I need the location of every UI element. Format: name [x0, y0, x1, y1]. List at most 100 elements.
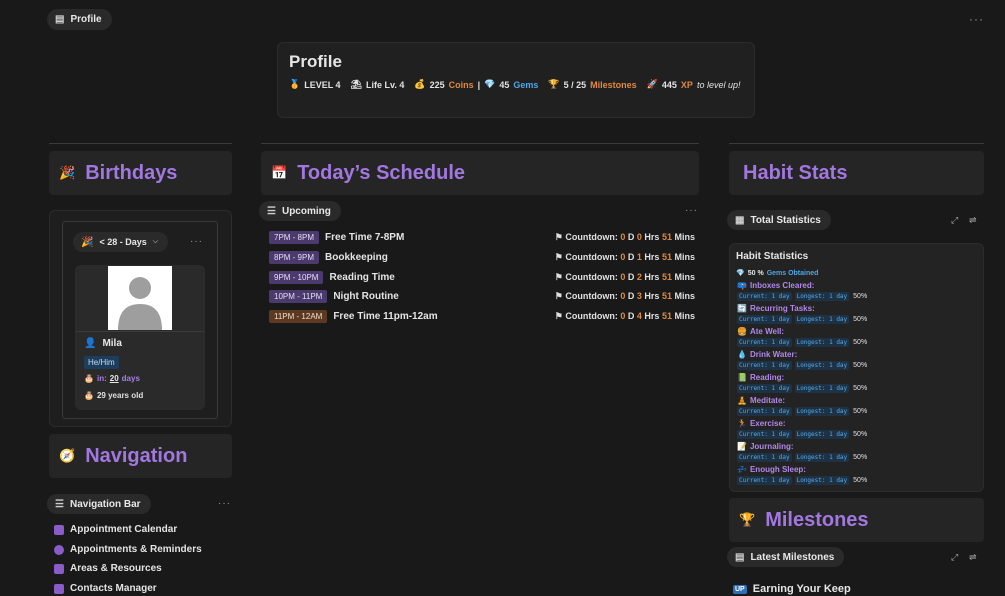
habit-label: 🍔 Ate Well: — [737, 327, 785, 336]
habit-percent: 50% — [853, 339, 868, 346]
habit-streak-row: Current: 1 day Longest: 1 day 50% — [737, 315, 867, 324]
habit-emoji-icon: 📝 — [737, 442, 747, 451]
habit-percent: 50% — [853, 385, 868, 392]
current-streak: Current: 1 day — [737, 430, 792, 439]
habit-percent: 50% — [853, 316, 868, 323]
longest-streak: Longest: 1 day — [794, 476, 850, 485]
gem-icon: 💎 — [484, 79, 496, 89]
current-streak: Current: 1 day — [737, 292, 792, 301]
current-streak: Current: 1 day — [737, 453, 792, 462]
trophy-icon: 🏆 — [739, 512, 756, 527]
calendar-icon: 📅 — [271, 165, 288, 180]
nav-item-areas-resources[interactable]: Areas & Resources — [54, 563, 162, 574]
nav-item-appointments-reminders[interactable]: Appointments & Reminders — [54, 544, 202, 555]
longest-streak: Longest: 1 day — [794, 338, 850, 347]
more-options-icon[interactable]: ··· — [190, 236, 203, 247]
pronoun-badge: He/Him — [84, 356, 119, 369]
longest-streak: Longest: 1 day — [794, 453, 850, 462]
profile-pill[interactable]: ▤ Profile — [47, 9, 112, 30]
settings-sliders-icon[interactable]: ⇌ — [969, 215, 977, 226]
calendar-icon — [54, 524, 64, 535]
schedule-item[interactable]: 8PM - 9PM Bookkeeping ⚑ Countdown: 0 D 1… — [269, 249, 695, 265]
flag-icon: ⚑ — [554, 310, 563, 321]
habit-emoji-icon: 💧 — [737, 350, 747, 359]
habit-percent: 50% — [853, 477, 868, 484]
schedule-item[interactable]: 10PM - 11PM Night Routine ⚑ Countdown: 0… — [269, 288, 695, 304]
flag-icon: ⚑ — [554, 271, 563, 282]
countdown: ⚑ Countdown: 0 D 3 Hrs 51 Mins — [554, 290, 695, 301]
habit-emoji-icon: 📪 — [737, 281, 747, 290]
divider — [76, 331, 204, 332]
navigation-bar-pill[interactable]: ☰ Navigation Bar — [47, 494, 151, 514]
person-name-row: 👤 Mila — [84, 338, 122, 349]
profile-title: Profile — [289, 52, 342, 71]
party-icon: 🎉 — [59, 165, 76, 180]
milestone-item[interactable]: UP Earning Your Keep — [733, 583, 851, 595]
compass-icon: 🧭 — [59, 448, 76, 463]
habit-percent: 50% — [853, 408, 868, 415]
habit-percent: 50% — [853, 293, 868, 300]
habit-streak-row: Current: 1 day Longest: 1 day 50% — [737, 292, 867, 301]
divider — [49, 143, 232, 144]
rocket-icon: 🚀 — [646, 79, 658, 89]
gem-icon: 💎 — [736, 270, 745, 277]
flag-icon: ⚑ — [554, 251, 563, 262]
days-filter-pill[interactable]: 🎉 < 28 - Days ⌵ — [73, 232, 169, 252]
schedule-item[interactable]: 11PM - 12AM Free Time 11pm-12am ⚑ Countd… — [269, 308, 695, 324]
habit-label: 🔄 Recurring Tasks: — [737, 304, 815, 313]
total-statistics-pill[interactable]: ▦ Total Statistics — [727, 210, 831, 230]
contacts-icon — [54, 583, 64, 594]
more-options-icon[interactable]: ··· — [218, 498, 231, 509]
longest-streak: Longest: 1 day — [794, 292, 850, 301]
habit-label: 📝 Journaling: — [737, 442, 794, 451]
party-popper-icon: 🎉 — [81, 236, 94, 248]
countdown: ⚑ Countdown: 0 D 1 Hrs 51 Mins — [554, 251, 695, 262]
milestones-header: 🏆 Milestones — [729, 498, 984, 542]
birthday-countdown: 🎂 in: 20 days — [84, 374, 140, 383]
schedule-item[interactable]: 9PM - 10PM Reading Time ⚑ Countdown: 0 D… — [269, 269, 695, 285]
birthdays-header: 🎉 Birthdays — [49, 151, 232, 195]
habit-percent: 50% — [853, 362, 868, 369]
schedule-header: 📅 Today’s Schedule — [261, 151, 699, 195]
habit-percent: 50% — [853, 454, 868, 461]
habit-stats-header: Habit Stats — [729, 151, 984, 195]
habit-streak-row: Current: 1 day Longest: 1 day 50% — [737, 476, 867, 485]
habit-emoji-icon: 🍔 — [737, 327, 747, 336]
longest-streak: Longest: 1 day — [794, 407, 850, 416]
habit-label: 🧘 Meditate: — [737, 396, 786, 405]
habit-streak-row: Current: 1 day Longest: 1 day 50% — [737, 430, 867, 439]
doc-icon: ▤ — [735, 551, 745, 563]
habit-label: 🏃 Exercise: — [737, 419, 786, 428]
more-options-icon[interactable]: ··· — [685, 205, 698, 216]
longest-streak: Longest: 1 day — [794, 384, 850, 393]
habit-emoji-icon: 📗 — [737, 373, 747, 382]
medal-icon: 🥇 — [289, 79, 301, 89]
list-icon: ☰ — [55, 498, 64, 510]
cake-icon: 🎂 — [84, 374, 94, 383]
countdown: ⚑ Countdown: 0 D 2 Hrs 51 Mins — [554, 271, 695, 282]
settings-sliders-icon[interactable]: ⇌ — [969, 552, 977, 563]
archive-icon — [54, 563, 64, 574]
nav-item-appointment-calendar[interactable]: Appointment Calendar — [54, 524, 177, 535]
current-streak: Current: 1 day — [737, 361, 792, 370]
habit-streak-row: Current: 1 day Longest: 1 day 50% — [737, 453, 867, 462]
schedule-item[interactable]: 7PM - 8PM Free Time 7-8PM ⚑ Countdown: 0… — [269, 229, 695, 245]
habit-label: 📗 Reading: — [737, 373, 785, 382]
person-icon: 👤 — [84, 338, 97, 349]
current-streak: Current: 1 day — [737, 384, 792, 393]
latest-milestones-pill[interactable]: ▤ Latest Milestones — [727, 547, 845, 567]
expand-icon[interactable]: ⤢ — [951, 552, 958, 563]
nav-item-contacts-manager[interactable]: Contacts Manager — [54, 583, 157, 594]
habit-emoji-icon: 🏃 — [737, 419, 747, 428]
habit-emoji-icon: 🧘 — [737, 396, 747, 405]
avatar — [108, 266, 172, 330]
longest-streak: Longest: 1 day — [794, 315, 850, 324]
more-options-icon[interactable]: ··· — [969, 12, 984, 26]
expand-icon[interactable]: ⤢ — [951, 215, 958, 226]
list-icon: ☰ — [267, 205, 276, 217]
upcoming-pill[interactable]: ☰ Upcoming — [259, 201, 341, 221]
doc-icon: ▤ — [55, 14, 65, 25]
flag-icon: ⚑ — [554, 231, 563, 242]
divider — [261, 143, 699, 144]
habit-emoji-icon: 🔄 — [737, 304, 747, 313]
